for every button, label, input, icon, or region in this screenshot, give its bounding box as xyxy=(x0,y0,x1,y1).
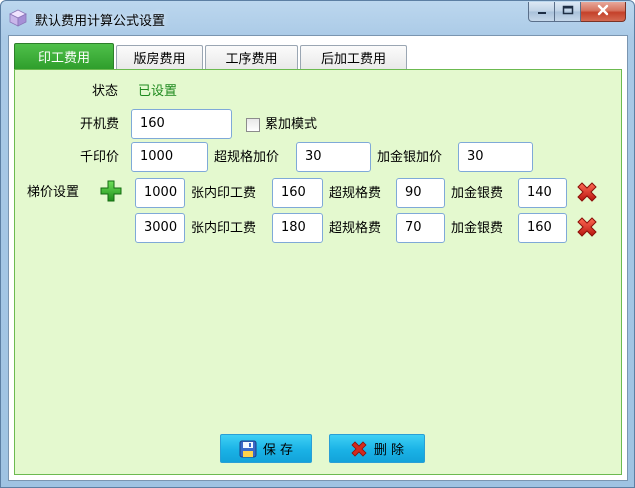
red-x-icon xyxy=(577,217,597,237)
status-value: 已设置 xyxy=(138,84,178,99)
title-bar[interactable]: 默认费用计算公式设置 xyxy=(1,1,634,35)
window-title: 默认费用计算公式设置 xyxy=(35,14,166,29)
tab-strip: 印工费用 版房费用 工序费用 后加工费用 xyxy=(14,43,409,69)
close-button[interactable] xyxy=(581,2,626,22)
plus-icon xyxy=(100,180,122,202)
tier-inner-fee-input[interactable]: 160 xyxy=(272,178,323,208)
tier-oversize-fee-label: 超规格费 xyxy=(329,186,382,201)
oversize-add-label: 超规格加价 xyxy=(214,150,280,165)
tab-print-fee[interactable]: 印工费用 xyxy=(14,43,114,69)
tab-plate-fee[interactable]: 版房费用 xyxy=(116,45,203,69)
tier-inner-fee-input[interactable]: 180 xyxy=(272,213,323,243)
add-tier-button[interactable] xyxy=(98,178,124,204)
client-area: 印工费用 版房费用 工序费用 后加工费用 状态 已设置 开机费 160 累加模式… xyxy=(8,35,628,481)
start-fee-label: 开机费 xyxy=(80,117,120,132)
tier-oversize-fee-input[interactable]: 70 xyxy=(396,213,445,243)
maximize-icon xyxy=(562,4,574,19)
package-icon xyxy=(9,9,27,27)
window-controls xyxy=(528,2,626,23)
start-fee-input[interactable]: 160 xyxy=(131,109,232,139)
gold-silver-add-input[interactable]: 30 xyxy=(458,142,533,172)
thousand-price-input[interactable]: 1000 xyxy=(131,142,208,172)
tier-gold-fee-input[interactable]: 140 xyxy=(518,178,567,208)
red-x-icon xyxy=(351,440,367,457)
delete-button[interactable]: 删 除 xyxy=(329,434,425,463)
red-x-icon xyxy=(577,182,597,202)
tier-gold-fee-label: 加金银费 xyxy=(451,221,504,236)
cumulative-mode-checkbox[interactable] xyxy=(246,118,260,132)
delete-tier-button[interactable] xyxy=(574,179,600,205)
tier-qty-input[interactable]: 1000 xyxy=(135,178,185,208)
tab-process-fee[interactable]: 工序费用 xyxy=(205,45,298,69)
save-button[interactable]: 保 存 xyxy=(220,434,312,463)
tier-gold-fee-input[interactable]: 160 xyxy=(518,213,567,243)
print-fee-panel: 状态 已设置 开机费 160 累加模式 千印价 1000 超规格加价 30 加金… xyxy=(14,69,622,475)
thousand-price-label: 千印价 xyxy=(80,150,120,165)
tier-gold-fee-label: 加金银费 xyxy=(451,186,504,201)
tier-inner-fee-label: 张内印工费 xyxy=(191,221,257,236)
status-label: 状态 xyxy=(92,84,119,99)
save-button-label: 保 存 xyxy=(262,443,294,458)
tier-qty-input[interactable]: 3000 xyxy=(135,213,185,243)
minimize-icon xyxy=(537,4,547,19)
delete-tier-button[interactable] xyxy=(574,214,600,240)
maximize-button[interactable] xyxy=(555,2,581,22)
gold-silver-add-label: 加金银加价 xyxy=(377,150,443,165)
tier-label: 梯价设置 xyxy=(27,185,80,200)
close-icon xyxy=(597,4,609,20)
tab-post-process-fee[interactable]: 后加工费用 xyxy=(300,45,407,69)
dialog-window: 默认费用计算公式设置 印工费用 版房费用 工序费用 后加工费用 状态 已设置 开… xyxy=(0,0,635,488)
floppy-disk-icon xyxy=(239,440,257,457)
minimize-button[interactable] xyxy=(528,2,555,22)
oversize-add-input[interactable]: 30 xyxy=(296,142,371,172)
cumulative-mode-label: 累加模式 xyxy=(265,117,318,132)
delete-button-label: 删 除 xyxy=(373,443,405,458)
tier-oversize-fee-input[interactable]: 90 xyxy=(396,178,445,208)
tier-oversize-fee-label: 超规格费 xyxy=(329,221,382,236)
tier-inner-fee-label: 张内印工费 xyxy=(191,186,257,201)
